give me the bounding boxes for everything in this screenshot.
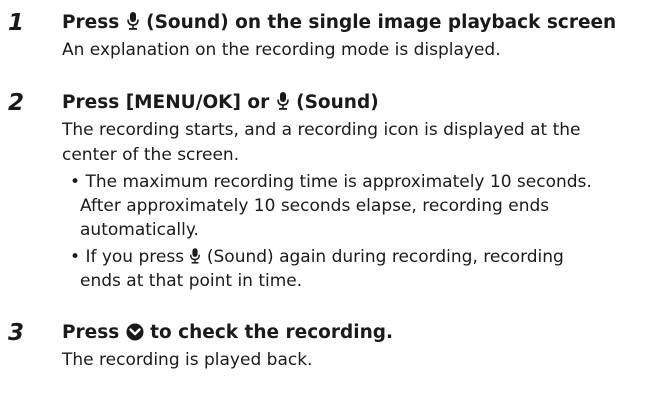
step-description: The recording is played back. — [62, 350, 313, 370]
bullet-item: • The maximum recording time is approxim… — [70, 170, 592, 195]
step-title-text: Press [MENU/OK] or — [62, 92, 276, 113]
step-number: 3 — [8, 320, 25, 346]
step-number: 2 — [8, 90, 25, 116]
bullet-marker: • — [70, 172, 81, 192]
step-title-text: (Sound) on the single image playback scr… — [139, 12, 617, 33]
step-number: 1 — [8, 10, 25, 36]
step-title-text: (Sound) — [289, 92, 379, 113]
step-title: Press (Sound) on the single image playba… — [62, 10, 616, 39]
step-description: An explanation on the recording mode is … — [62, 40, 501, 60]
bullet-continuation: After approximately 10 seconds elapse, r… — [80, 196, 550, 216]
step-title-text: to check the recording. — [143, 322, 394, 343]
down-arrow-circle-icon — [126, 323, 144, 349]
step-title-text: Press — [62, 12, 126, 33]
step-title: Press [MENU/OK] or (Sound) — [62, 90, 379, 119]
bullet-continuation: automatically. — [80, 220, 199, 240]
bullet-text: The maximum recording time is approximat… — [85, 172, 592, 192]
step-title: Press to check the recording. — [62, 320, 393, 349]
step-description-line: center of the screen. — [62, 145, 240, 165]
bullet-marker: • — [70, 247, 81, 267]
bullet-continuation: ends at that point in time. — [80, 271, 303, 291]
bullet-text: If you press — [85, 247, 190, 267]
bullet-text: (Sound) again during recording, recordin… — [201, 247, 564, 267]
step-description-line: The recording starts, and a recording ic… — [62, 120, 581, 140]
microphone-icon — [276, 91, 290, 119]
microphone-icon — [126, 11, 140, 39]
step-title-text: Press — [62, 322, 126, 343]
